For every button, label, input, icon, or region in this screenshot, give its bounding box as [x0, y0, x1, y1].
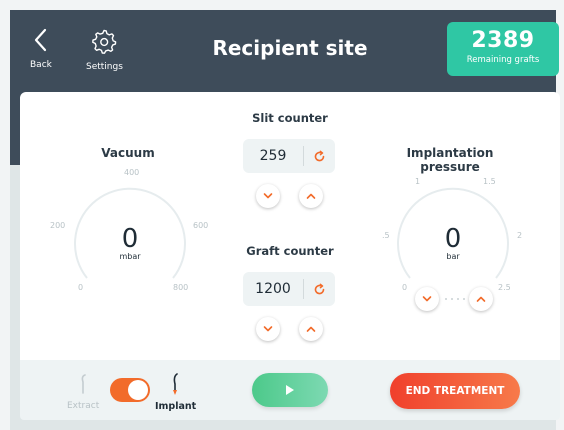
remaining-grafts-badge: 2389 Remaining grafts: [447, 22, 559, 76]
back-button[interactable]: Back: [30, 28, 52, 70]
pressure-tick-2: 2: [517, 231, 523, 240]
refresh-icon: [314, 283, 325, 294]
pressure-dots: [445, 298, 465, 300]
chevron-up-icon: [306, 326, 316, 332]
chevron-down-icon: [422, 296, 432, 302]
pressure-readout: 0 bar: [423, 224, 483, 261]
end-treatment-button[interactable]: END TREATMENT: [390, 373, 520, 409]
vacuum-tick-400: 400: [124, 168, 140, 177]
vacuum-value: 0: [121, 224, 139, 254]
settings-button[interactable]: Settings: [86, 28, 123, 72]
graft-counter-box: 1200: [243, 272, 335, 306]
chevron-down-icon: [263, 326, 273, 332]
pressure-unit: bar: [446, 252, 460, 261]
extract-implant-toggle[interactable]: [110, 378, 150, 402]
toggle-knob: [128, 380, 148, 400]
extract-tool-icon: [81, 374, 86, 394]
frame-top: [0, 0, 564, 10]
slit-counter-decrease-button[interactable]: [256, 184, 280, 208]
pressure-tick-1: 1: [415, 177, 421, 186]
extract-label: Extract: [67, 401, 100, 411]
chevron-up-icon: [476, 296, 486, 302]
vacuum-tick-0: 0: [78, 283, 84, 292]
chevron-down-icon: [263, 193, 273, 199]
graft-counter-reset-button[interactable]: [304, 283, 335, 296]
pressure-title: Implantation pressure: [406, 146, 494, 174]
chevron-up-icon: [306, 193, 316, 199]
pressure-decrease-button[interactable]: [415, 287, 439, 311]
slit-counter-reset-button[interactable]: [304, 150, 335, 163]
frame-left: [0, 0, 10, 430]
page-title: Recipient site: [212, 36, 368, 60]
refresh-icon: [314, 150, 325, 161]
remaining-grafts-label: Remaining grafts: [466, 55, 540, 65]
back-label: Back: [30, 60, 52, 70]
vacuum-tick-800: 800: [173, 283, 189, 292]
graft-counter-title: Graft counter: [246, 244, 334, 258]
settings-label: Settings: [86, 62, 123, 72]
graft-counter-value: 1200: [255, 281, 291, 297]
pressure-tick-0-5: .5: [382, 231, 390, 240]
slit-counter-value: 259: [259, 148, 287, 164]
chevron-left-icon: [34, 28, 47, 52]
slit-counter-title: Slit counter: [252, 111, 328, 125]
pressure-increase-button[interactable]: [469, 287, 493, 311]
slit-counter-box: 259: [243, 139, 335, 173]
pressure-tick-1-5: 1.5: [483, 177, 496, 186]
graft-counter-decrease-button[interactable]: [256, 317, 280, 341]
slit-counter-increase-button[interactable]: [299, 184, 323, 208]
vacuum-unit: mbar: [119, 252, 141, 261]
play-icon: [286, 385, 294, 395]
implant-tool-icon: [173, 373, 178, 395]
vacuum-tick-600: 600: [193, 221, 209, 230]
remaining-grafts-value: 2389: [471, 28, 535, 53]
pressure-tick-0: 0: [402, 283, 408, 292]
pressure-value: 0: [444, 224, 462, 254]
implant-label: Implant: [155, 401, 197, 412]
pressure-tick-2-5: 2.5: [498, 283, 511, 292]
gear-icon: [92, 29, 117, 54]
vacuum-title: Vacuum: [101, 146, 155, 160]
play-button[interactable]: [252, 373, 328, 407]
graft-counter-increase-button[interactable]: [299, 317, 323, 341]
vacuum-readout: 0 mbar: [100, 224, 160, 261]
vacuum-tick-200: 200: [50, 221, 66, 230]
